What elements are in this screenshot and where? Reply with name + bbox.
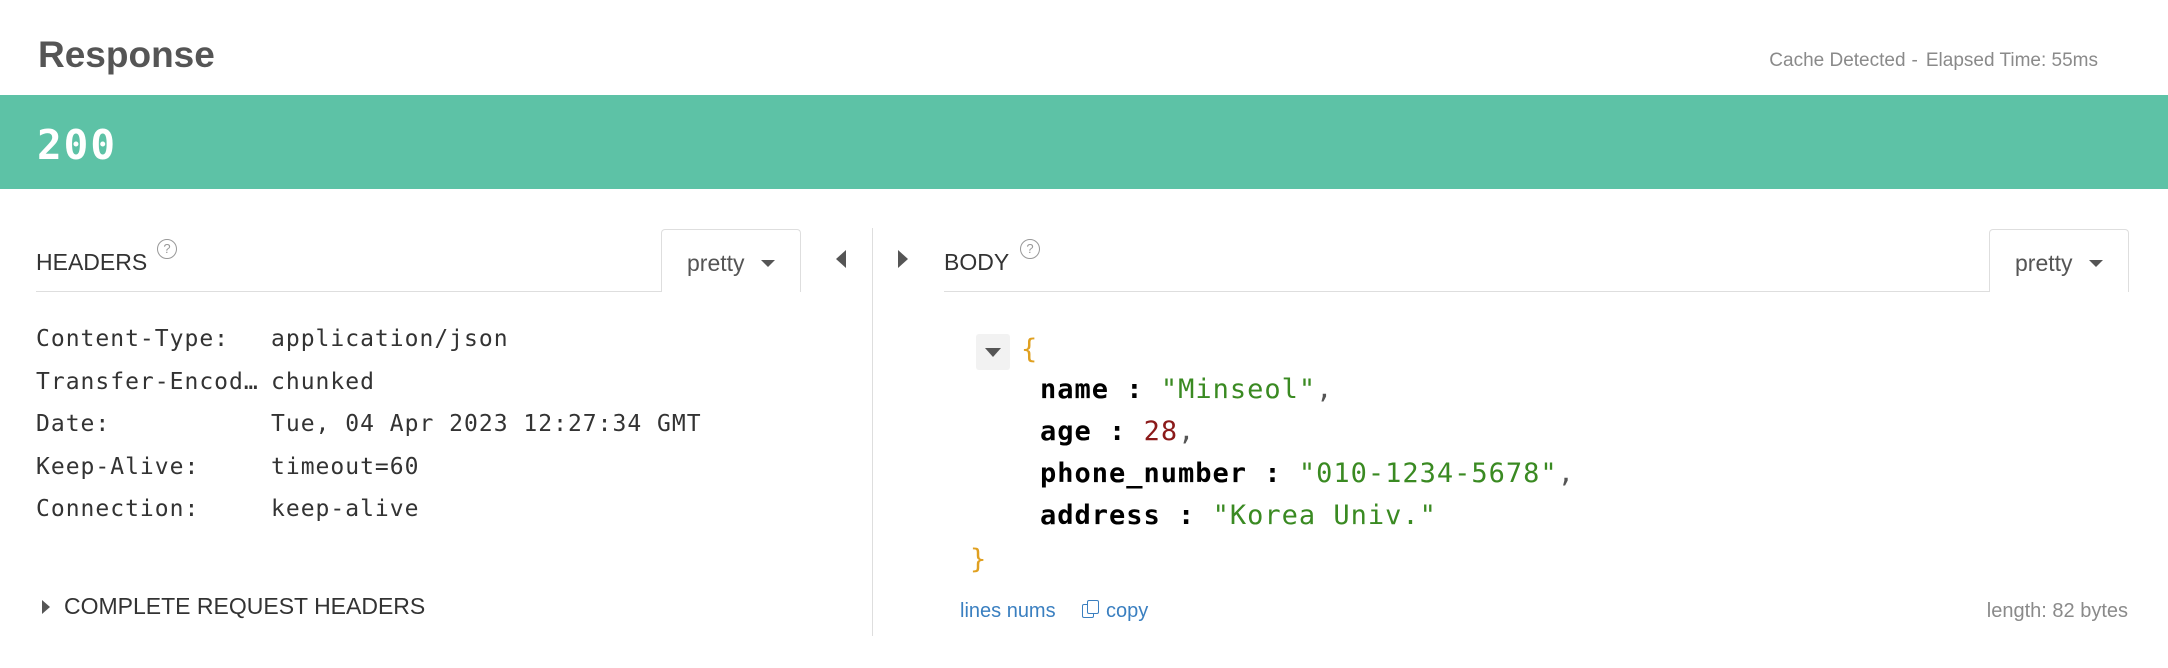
header-key: Transfer-Encoding: (36, 368, 271, 395)
status-code: 200 (37, 121, 118, 169)
json-string-value: "Minseol" (1160, 374, 1317, 405)
body-format-select[interactable]: pretty (1989, 229, 2129, 292)
headers-label: HEADERS (36, 249, 148, 275)
body-length: length: 82 bytes (1986, 600, 2128, 622)
complete-request-headers-label: COMPLETE REQUEST HEADERS (64, 593, 426, 619)
cache-detected-text: Cache Detected (1769, 50, 1906, 71)
triangle-down-icon (985, 348, 1001, 357)
triangle-right-icon[interactable] (898, 250, 908, 268)
body-format-value: pretty (2015, 250, 2073, 276)
json-key: name (1040, 374, 1110, 405)
header-value: keep-alive (271, 496, 420, 522)
caret-down-icon (2089, 260, 2103, 267)
header-row: Date: Tue, 04 Apr 2023 12:27:34 GMT (36, 411, 702, 454)
json-close-brace: } (970, 544, 988, 575)
copy-label: copy (1106, 600, 1149, 622)
body-panel-header: BODY ? pretty (944, 229, 2129, 292)
body-label: BODY (944, 249, 1010, 275)
header-row: Content-Type: application/json (36, 326, 702, 369)
copy-icon (1082, 600, 1100, 620)
response-header: Response Cache Detected - Elapsed Time: 55… (0, 0, 2168, 95)
panel-divider[interactable] (872, 228, 873, 636)
json-number-value: 28 (1143, 416, 1179, 447)
status-bar: 200 (0, 95, 2168, 189)
json-string-value: "Korea Univ." (1212, 500, 1437, 531)
json-collapse-button[interactable] (976, 334, 1010, 370)
header-key: Connection: (36, 496, 200, 522)
header-row: Transfer-Encoding: chunked (36, 369, 702, 412)
complete-request-headers-toggle[interactable]: COMPLETE REQUEST HEADERS (42, 593, 425, 620)
json-row: address : "Korea Univ." (1040, 500, 1437, 531)
json-row: name : "Minseol", (1040, 374, 1334, 405)
line-nums-link[interactable]: lines nums (960, 600, 1056, 623)
header-value: Tue, 04 Apr 2023 12:27:34 GMT (271, 411, 702, 437)
header-key: Date: (36, 411, 111, 437)
caret-down-icon (761, 260, 775, 267)
elapsed-time-text: Elapsed Time: 55ms (1925, 50, 2098, 71)
meta-separator: - (1911, 50, 1918, 71)
triangle-right-icon (42, 599, 50, 614)
header-row: Connection: keep-alive (36, 496, 702, 539)
header-key: Keep-Alive: (36, 453, 200, 480)
header-value: application/json (271, 326, 509, 352)
json-key: phone_number (1040, 458, 1248, 489)
header-key: Content-Type: (36, 326, 230, 352)
header-row: Keep-Alive: timeout=60 (36, 454, 702, 497)
help-icon[interactable]: ? (1020, 239, 1040, 259)
triangle-left-icon[interactable] (836, 250, 846, 268)
page-title: Response (38, 34, 215, 75)
help-icon[interactable]: ? (157, 239, 177, 259)
json-open-brace: { (1021, 334, 1039, 365)
response-meta: Cache Detected - Elapsed Time: 55ms (1769, 50, 2098, 72)
json-key: age (1040, 416, 1092, 447)
headers-list: Content-Type: application/json Transfer-… (36, 326, 702, 539)
json-string-value: "010-1234-5678" (1298, 458, 1558, 489)
json-row: age : 28, (1040, 416, 1196, 447)
copy-link[interactable]: copy (1082, 600, 1148, 623)
headers-format-value: pretty (687, 250, 745, 276)
headers-panel-header: HEADERS ? pretty (36, 229, 801, 292)
header-value: timeout=60 (271, 453, 420, 480)
json-key: address (1040, 500, 1161, 531)
headers-format-select[interactable]: pretty (661, 229, 801, 292)
json-row: phone_number : "010-1234-5678", (1040, 458, 1575, 489)
header-value: chunked (271, 368, 375, 395)
